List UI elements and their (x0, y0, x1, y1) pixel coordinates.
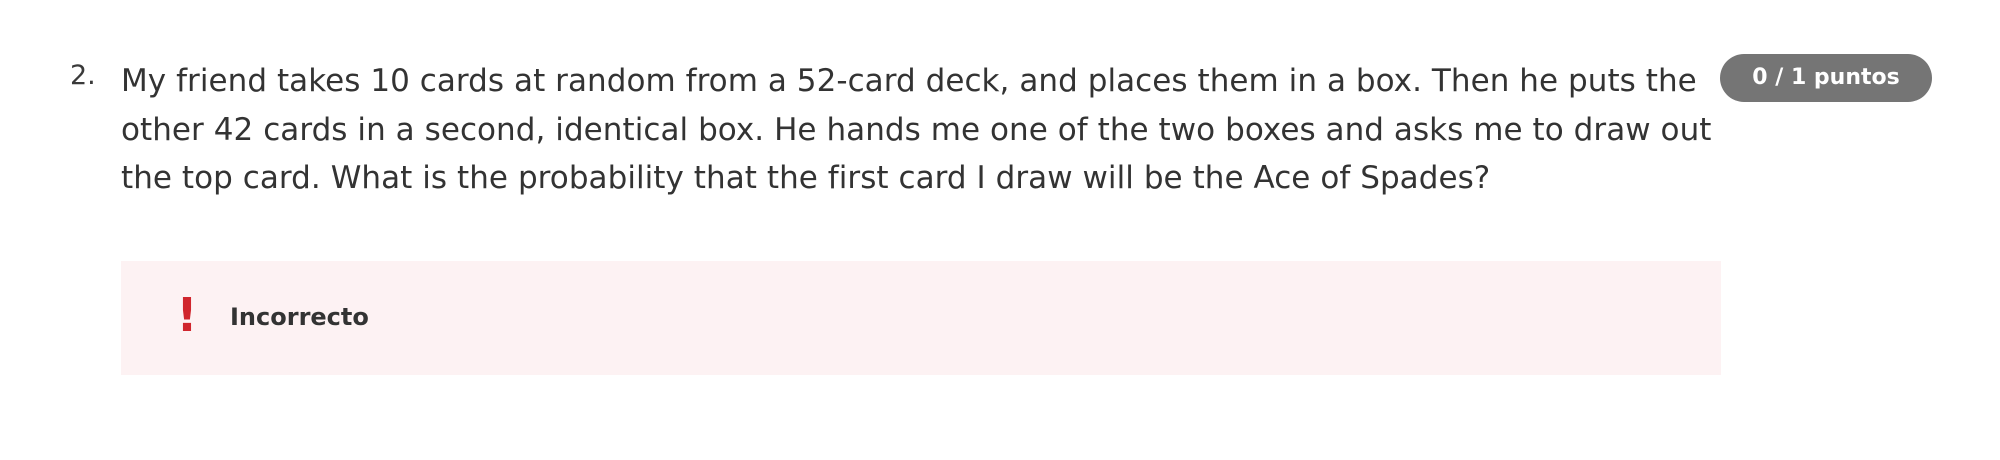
score-badge: 0 / 1 puntos (1720, 54, 1932, 102)
feedback-banner: ! Incorrecto (121, 261, 1721, 375)
question-block: 2. My friend takes 10 cards at random fr… (0, 0, 2000, 460)
question-number: 2. (70, 60, 96, 91)
feedback-label: Incorrecto (230, 303, 369, 331)
exclamation-icon: ! (176, 288, 198, 342)
question-text: My friend takes 10 cards at random from … (121, 63, 1712, 196)
